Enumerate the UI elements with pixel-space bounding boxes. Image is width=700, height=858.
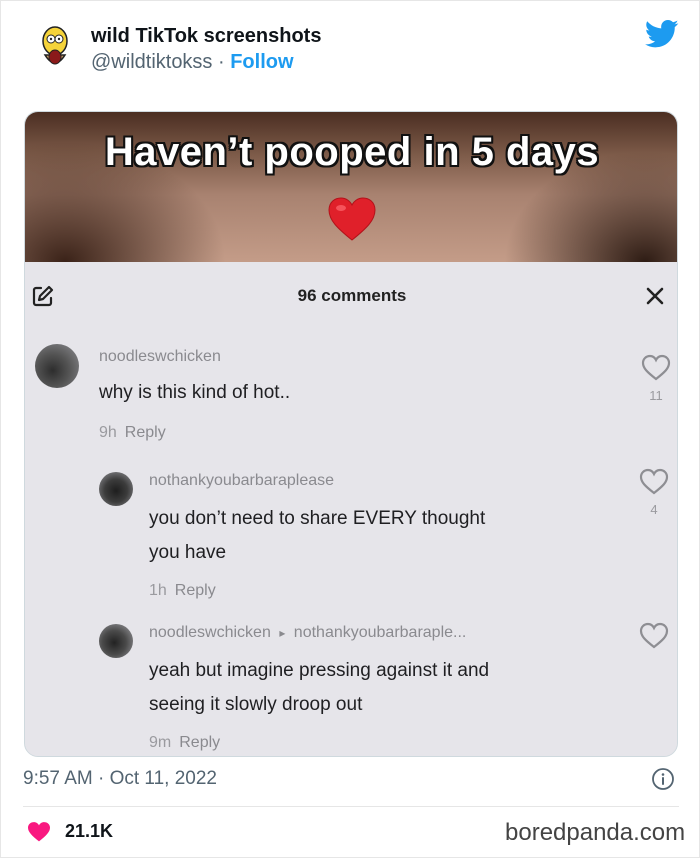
- comment-meta: 1h Reply: [149, 582, 216, 600]
- heart-filled-icon[interactable]: [27, 821, 51, 843]
- avatar[interactable]: [35, 344, 79, 388]
- comment-text-line: you don’t need to share EVERY thought: [149, 508, 486, 529]
- like-count: 11: [649, 388, 663, 403]
- comment-text-line: yeah but imagine pressing against it and: [149, 660, 490, 681]
- comment-username[interactable]: noodleswchicken: [149, 624, 271, 641]
- comment-time: 1h: [149, 582, 167, 599]
- red-heart-emoji-icon: [327, 196, 377, 242]
- twitter-bird-icon[interactable]: [644, 19, 679, 49]
- watermark: boredpanda.com: [505, 819, 686, 846]
- avatar[interactable]: [99, 624, 133, 658]
- comment-username[interactable]: noodleswchicken: [99, 348, 221, 366]
- reply-button[interactable]: Reply: [179, 734, 220, 751]
- tweet-card: wild TikTok screenshots @wildtiktokss · …: [0, 0, 700, 858]
- comments-panel: 96 comments noodleswchicken why is this …: [25, 262, 677, 756]
- separator: ·: [212, 51, 231, 73]
- close-icon[interactable]: [645, 286, 665, 306]
- reply-arrow-icon: ▸: [279, 626, 286, 640]
- avatar[interactable]: [99, 472, 133, 506]
- tweet-timestamp[interactable]: 9:57 AM · Oct 11, 2022: [23, 768, 217, 790]
- homer-avatar-icon[interactable]: [37, 25, 73, 73]
- heart-outline-icon[interactable]: [639, 622, 669, 650]
- tiktok-screenshot[interactable]: Haven’t pooped in 5 days 96 comments noo…: [24, 111, 678, 757]
- reply-to-username[interactable]: nothankyoubarbaraple...: [294, 624, 467, 641]
- heart-outline-icon[interactable]: [641, 354, 671, 382]
- comment-meta: 9h Reply: [99, 424, 166, 442]
- comment-time: 9h: [99, 424, 117, 441]
- comment-username-row: noodleswchicken ▸ nothankyoubarbaraple..…: [149, 624, 466, 642]
- video-frame: Haven’t pooped in 5 days: [25, 112, 677, 262]
- reply-button[interactable]: Reply: [125, 424, 166, 441]
- handle[interactable]: @wildtiktokss: [91, 51, 212, 73]
- comment-text-line: seeing it slowly droop out: [149, 694, 363, 715]
- comment-text: why is this kind of hot..: [99, 382, 291, 403]
- reply-button[interactable]: Reply: [175, 582, 216, 599]
- comment-meta: 9m Reply: [149, 734, 220, 752]
- comment-text-line: you have: [149, 542, 227, 563]
- video-caption: Haven’t pooped in 5 days: [104, 130, 600, 174]
- like-count[interactable]: 21.1K: [65, 821, 113, 842]
- info-icon[interactable]: [651, 767, 675, 791]
- comments-count: 96 comments: [297, 286, 407, 305]
- comment-time: 9m: [149, 734, 172, 751]
- handle-row: @wildtiktokss · Follow: [91, 51, 294, 74]
- like-count: 4: [650, 502, 658, 517]
- follow-button[interactable]: Follow: [230, 51, 293, 73]
- display-name[interactable]: wild TikTok screenshots: [91, 25, 321, 48]
- divider: [23, 806, 679, 807]
- comment-username[interactable]: nothankyoubarbaraplease: [149, 472, 334, 490]
- heart-outline-icon[interactable]: [639, 468, 669, 496]
